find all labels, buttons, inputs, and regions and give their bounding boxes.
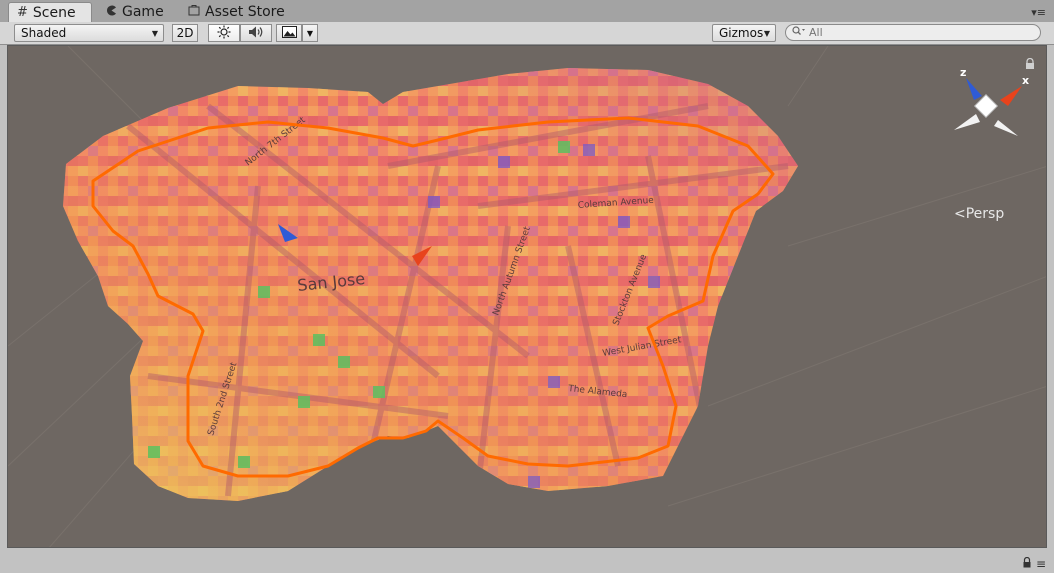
pacman-icon [106,5,117,20]
effects-dropdown[interactable]: ▼ [302,24,318,42]
mode-2d-label: 2D [176,26,194,40]
gizmos-label: Gizmos [719,26,764,40]
speaker-icon [248,25,264,42]
projection-label: Persp [965,206,1005,222]
tab-game-label: Game [122,4,164,20]
tab-asset-store-label: Asset Store [205,4,285,20]
grid-icon: # [17,5,28,20]
scene-viewport[interactable]: San Jose North 7th Street Coleman Avenue… [7,45,1047,548]
lighting-toggle[interactable] [208,24,240,42]
view-orientation-gizmo[interactable]: z x [938,64,1038,164]
search-input[interactable] [806,26,1029,39]
chevron-left-icon: < [954,206,966,222]
axis-z-label: z [960,66,966,79]
shading-mode-value: Shaded [21,26,67,40]
chevron-down-icon: ▼ [763,29,770,38]
search-icon [792,26,806,39]
tab-scene[interactable]: # Scene [8,2,92,22]
scene-canvas: San Jose North 7th Street Coleman Avenue… [8,46,1046,547]
tab-scene-label: Scene [32,4,76,21]
tab-bar: # Scene Game Asset Store ▾≡ [0,0,1054,23]
mode-2d-button[interactable]: 2D [172,24,198,42]
chevron-down-icon: ▼ [151,29,158,38]
axis-x-label: x [1022,74,1029,87]
bottom-bar: ≡ [0,549,1054,573]
z-axis-cone[interactable] [966,78,982,100]
tab-game[interactable]: Game [98,2,178,22]
heatmap-mesh: San Jose North 7th Street Coleman Avenue… [63,68,798,501]
tab-menu-icon[interactable]: ▾≡ [1031,6,1046,19]
x-axis-cone[interactable] [1000,86,1022,106]
chevron-down-icon: ▼ [306,28,314,38]
menu-icon[interactable]: ≡ [1036,557,1046,571]
store-icon [188,4,200,20]
tab-asset-store[interactable]: Asset Store [180,2,300,22]
neg-x-axis-cone[interactable] [954,114,980,130]
neg-z-axis-cone[interactable] [994,120,1018,136]
sun-icon [217,25,231,42]
lock-icon[interactable] [1022,556,1032,571]
effects-toggle[interactable] [276,24,302,42]
image-icon [281,25,297,41]
scene-search [785,24,1041,41]
lock-icon[interactable] [1024,58,1036,70]
audio-toggle[interactable] [240,24,272,42]
shading-mode-dropdown[interactable]: Shaded ▼ [14,24,164,42]
gizmos-dropdown[interactable]: Gizmos ▼ [712,24,776,42]
center-cube[interactable] [973,93,999,119]
projection-toggle[interactable]: <Persp [954,206,1004,222]
scene-toolbar: Shaded ▼ 2D ▼ Gizmos ▼ All [0,22,1054,45]
